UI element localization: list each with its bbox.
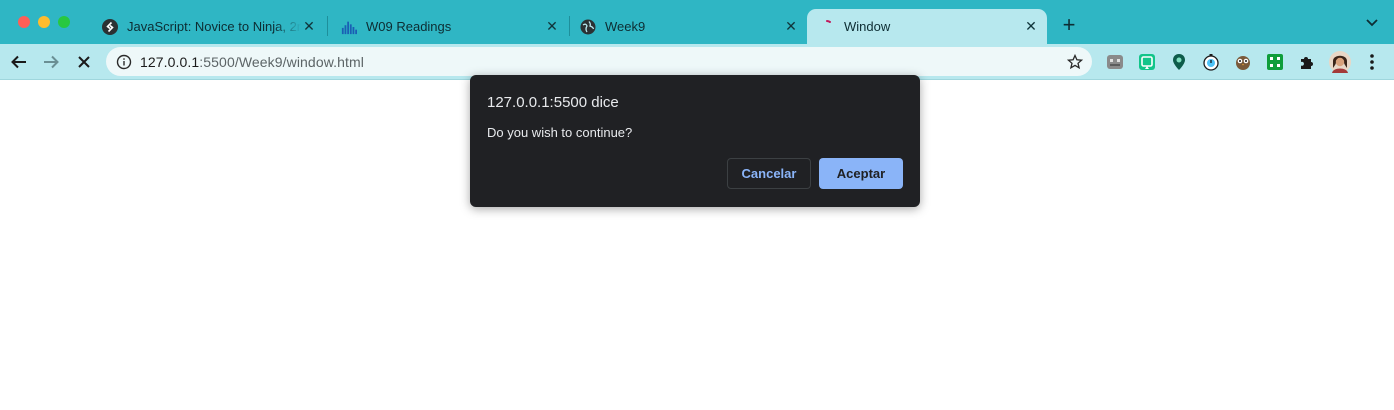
tab-close-icon[interactable]: ✕ [301, 18, 317, 35]
address-bar[interactable]: 127.0.0.1:5500/Week9/window.html [106, 47, 1092, 76]
tab-close-icon[interactable]: ✕ [1023, 18, 1039, 35]
loading-spinner-icon [819, 19, 835, 35]
owl-extension-icon[interactable] [1233, 52, 1253, 72]
tab-week9[interactable]: Week9 ✕ [568, 9, 807, 44]
globe-icon [580, 19, 596, 35]
cancel-button[interactable]: Cancelar [727, 158, 811, 189]
tab-search-chevron-icon[interactable] [1364, 15, 1380, 31]
browser-window: JavaScript: Novice to Ninja, 2nd Edition… [0, 0, 1394, 410]
tab-separator [327, 16, 328, 36]
window-close-button[interactable] [18, 16, 30, 28]
tab-title: W09 Readings [366, 19, 452, 34]
window-maximize-button[interactable] [58, 16, 70, 28]
window-minimize-button[interactable] [38, 16, 50, 28]
tab-title: JavaScript: Novice to Ninja, 2nd Edition [127, 19, 301, 34]
tab-window[interactable]: Window ✕ [807, 9, 1047, 44]
map-pin-extension-icon[interactable] [1169, 52, 1189, 72]
url-text: 127.0.0.1:5500/Week9/window.html [140, 54, 364, 70]
ok-button[interactable]: Aceptar [819, 158, 903, 189]
plagiarism-extension-icon[interactable] [1137, 52, 1157, 72]
dialog-message: Do you wish to continue? [487, 125, 633, 140]
dialog-title: 127.0.0.1:5500 dice [487, 94, 619, 111]
confirm-dialog: 127.0.0.1:5500 dice Do you wish to conti… [470, 75, 920, 207]
stop-loading-x-icon[interactable] [72, 50, 96, 74]
forward-arrow-icon[interactable] [39, 50, 63, 74]
tab-close-icon[interactable]: ✕ [544, 18, 560, 35]
url-host: 127.0.0.1 [140, 53, 200, 70]
profile-avatar[interactable] [1329, 51, 1351, 73]
new-tab-plus-icon[interactable]: + [1058, 12, 1080, 37]
tab-javascript-novice[interactable]: JavaScript: Novice to Ninja, 2nd Edition… [90, 9, 325, 44]
site-info-icon[interactable] [116, 54, 132, 70]
tab-title: Week9 [605, 19, 646, 34]
bookmark-star-icon[interactable] [1066, 53, 1084, 71]
sitepoint-icon [102, 18, 118, 35]
tab-w09-readings[interactable]: W09 Readings ✕ [329, 9, 568, 44]
grid-extension-icon[interactable] [1265, 52, 1285, 72]
url-path: :5500/Week9/window.html [199, 53, 364, 70]
tab-close-icon[interactable]: ✕ [783, 18, 799, 35]
more-menu-kebab-icon[interactable] [1362, 52, 1382, 72]
ghost-extension-icon[interactable] [1105, 52, 1125, 72]
byu-bars-icon [341, 19, 357, 35]
back-arrow-icon[interactable] [7, 50, 31, 74]
timer-extension-icon[interactable] [1201, 52, 1221, 72]
puzzle-extensions-icon[interactable] [1297, 52, 1317, 72]
tab-title: Window [844, 19, 891, 34]
tab-strip: JavaScript: Novice to Ninja, 2nd Edition… [0, 0, 1394, 44]
